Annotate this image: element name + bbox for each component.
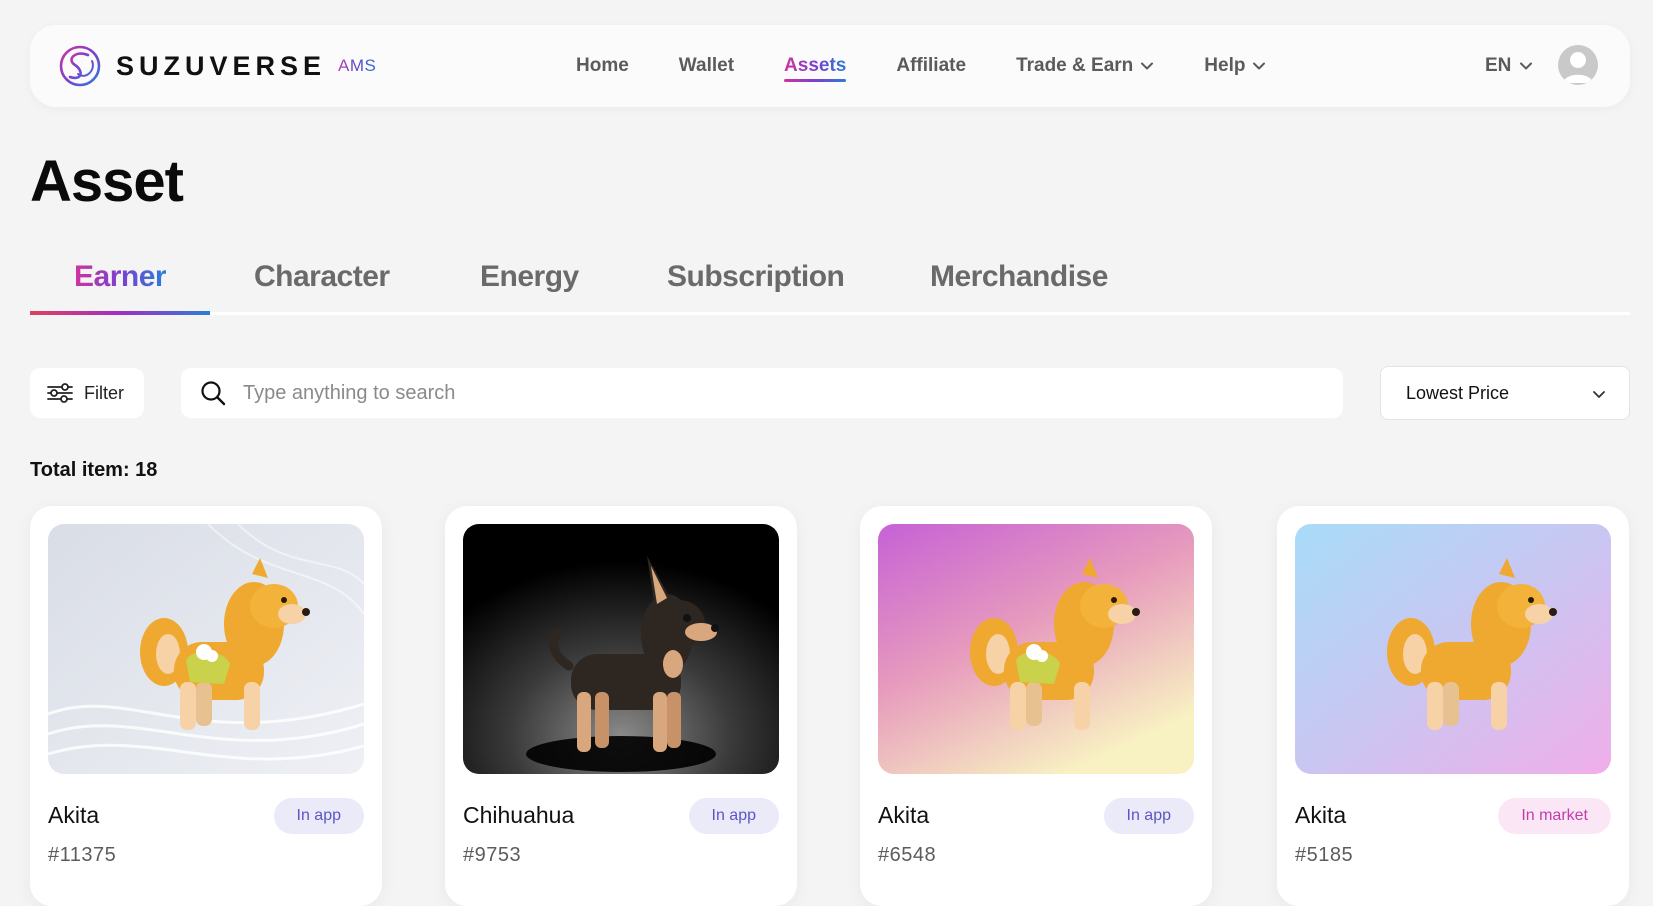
filter-button[interactable]: Filter [30,368,144,418]
asset-name: Akita [48,802,100,828]
search-input[interactable] [241,380,1291,406]
akita-dog-icon [1295,524,1611,774]
avatar[interactable] [1558,45,1598,85]
total-items: Total item: 18 [30,459,158,481]
nav-affiliate-label: Affiliate [896,55,967,76]
language-selector[interactable]: EN [1485,25,1533,107]
nav-wallet[interactable]: Wallet [679,55,734,77]
tab-character[interactable]: Character [254,260,390,294]
search-icon [201,381,226,406]
search-box [181,368,1343,418]
nav-assets-label: Assets [784,55,847,76]
brand[interactable]: SUZUVERSE AMS [58,44,376,88]
chevron-down-icon [1520,62,1533,70]
main-nav: Home Wallet Assets Affiliate Trade & Ear… [576,25,1316,107]
user-icon [1563,52,1593,83]
asset-card[interactable]: Akita In market #5185 [1277,506,1629,906]
brand-name: SUZUVERSE [116,50,327,81]
asset-id: #5185 [1295,844,1354,866]
asset-id: #9753 [463,844,522,866]
chevron-down-icon [1141,62,1154,70]
tab-merchandise[interactable]: Merchandise [930,260,1108,294]
asset-card[interactable]: Akita In app #11375 [30,506,382,906]
asset-name: Chihuahua [463,802,575,828]
asset-id: #6548 [878,844,937,866]
asset-card[interactable]: Chihuahua In app #9753 [445,506,797,906]
nav-trade-earn-label: Trade & Earn [1016,55,1134,76]
asset-image [48,524,364,774]
nav-home[interactable]: Home [576,55,629,77]
chihuahua-dog-icon [463,524,779,774]
asset-name: Akita [1295,802,1347,828]
status-badge: In market [1498,798,1611,834]
akita-dog-icon [878,524,1194,774]
asset-image [463,524,779,774]
nav-help-label: Help [1204,55,1246,76]
nav-assets[interactable]: Assets [784,55,847,82]
language-label: EN [1485,55,1512,76]
sliders-icon [47,383,73,403]
tab-subscription[interactable]: Subscription [667,260,845,294]
page-title: Asset [30,149,184,214]
status-badge: In app [688,798,779,834]
active-tab-indicator [30,311,210,315]
chevron-down-icon [1593,391,1605,398]
sort-value: Lowest Price [1406,382,1510,403]
brand-subtitle: AMS [338,56,377,75]
nav-wallet-label: Wallet [678,55,735,76]
chevron-down-icon [1253,62,1266,70]
status-badge: In app [1103,798,1194,834]
asset-card[interactable]: Akita In app #6548 [860,506,1212,906]
nav-help[interactable]: Help [1204,55,1266,77]
asset-name: Akita [878,802,930,828]
tab-earner[interactable]: Earner [74,260,167,294]
asset-image [878,524,1194,774]
akita-dog-icon [48,524,364,774]
asset-id: #11375 [48,844,117,866]
tab-energy[interactable]: Energy [480,260,579,294]
sort-dropdown[interactable]: Lowest Price [1380,366,1630,420]
top-navbar: SUZUVERSE AMS Home Wallet Assets Affilia… [30,25,1630,107]
asset-tabs: Earner Character Energy Subscription Mer… [30,260,1630,315]
suzuverse-logo-icon [59,45,101,87]
nav-home-label: Home [576,55,629,76]
filter-label: Filter [84,382,124,403]
asset-image [1295,524,1611,774]
status-badge: In app [273,798,364,834]
nav-trade-earn[interactable]: Trade & Earn [1016,55,1154,77]
nav-affiliate[interactable]: Affiliate [896,55,966,77]
